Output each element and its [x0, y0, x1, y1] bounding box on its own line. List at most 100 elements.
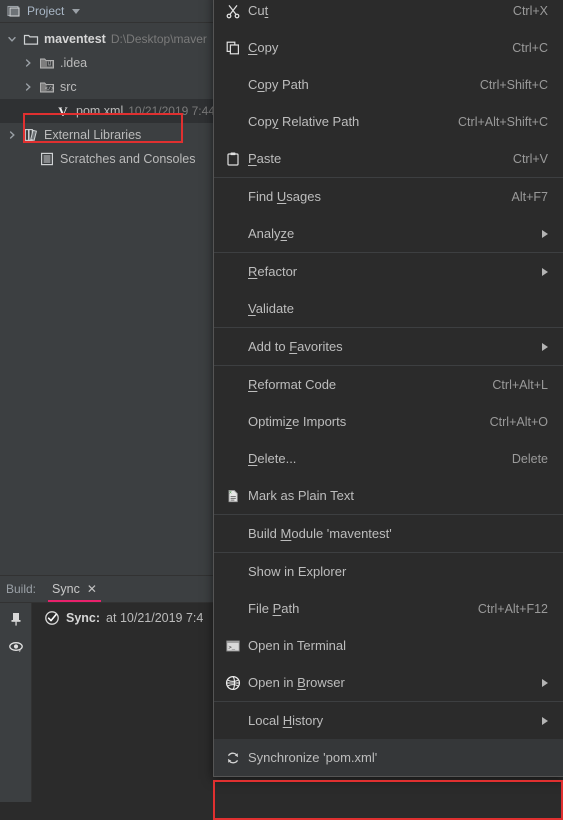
- menu-item-mark-as-plain-text[interactable]: xMark as Plain Text: [214, 477, 563, 514]
- menu-item-file-path[interactable]: File Path Ctrl+Alt+F12: [214, 590, 563, 627]
- menu-item-label: Copy Path: [248, 77, 466, 92]
- menu-item-paste[interactable]: Paste Ctrl+V: [214, 140, 563, 177]
- menu-item-copy[interactable]: Copy Ctrl+C: [214, 29, 563, 66]
- menu-item-shortcut: Ctrl+Alt+O: [490, 415, 548, 429]
- menu-item-refactor[interactable]: Refactor: [214, 253, 563, 290]
- check-circle-icon: [44, 610, 60, 626]
- src-folder-icon: </>: [39, 79, 55, 95]
- plain-text-icon: x: [218, 488, 248, 504]
- menu-item-shortcut: Alt+F7: [512, 190, 548, 204]
- menu-item-optimize-imports[interactable]: Optimize Imports Ctrl+Alt+O: [214, 403, 563, 440]
- svg-text:V: V: [58, 104, 68, 119]
- eye-icon[interactable]: [8, 639, 24, 655]
- twisty-expanded-icon[interactable]: [6, 34, 18, 44]
- project-window-icon: [6, 3, 22, 19]
- menu-item-label: Add to Favorites: [248, 339, 530, 354]
- submenu-arrow-icon: [542, 268, 548, 276]
- project-pane-title: Project: [27, 4, 64, 18]
- menu-item-label: Cut: [248, 3, 499, 18]
- menu-item-copy-relative-path[interactable]: Copy Relative Path Ctrl+Alt+Shift+C: [214, 103, 563, 140]
- svg-text:>_: >_: [228, 644, 235, 651]
- copy-icon: [218, 40, 248, 56]
- submenu-arrow-icon: [542, 679, 548, 687]
- menu-item-label: Synchronize 'pom.xml': [248, 750, 548, 765]
- pin-icon[interactable]: [8, 611, 24, 627]
- menu-item-analyze[interactable]: Analyze: [214, 215, 563, 252]
- menu-item-label: Reformat Code: [248, 377, 478, 392]
- tab-close-icon[interactable]: ✕: [87, 583, 97, 595]
- menu-item-open-in-browser[interactable]: Open in Browser: [214, 664, 563, 701]
- tree-sublabel-maventest: D:\Desktop\maver: [111, 32, 207, 46]
- ide-root: Project maventest D:\Desktop\maver IJ .idea…: [0, 0, 563, 800]
- menu-item-show-in-explorer[interactable]: Show in Explorer: [214, 553, 563, 590]
- context-menu[interactable]: Cut Ctrl+X Copy Ctrl+C Copy Path Ctrl+Shift+C…: [213, 0, 563, 777]
- sync-refresh-icon: [218, 750, 248, 766]
- submenu-arrow-icon: [542, 717, 548, 725]
- menu-item-label: Paste: [248, 151, 499, 166]
- menu-item-find-usages[interactable]: Find Usages Alt+F7: [214, 178, 563, 215]
- terminal-icon: >_: [218, 638, 248, 654]
- menu-item-label: Show in Explorer: [248, 564, 548, 579]
- submenu-arrow-icon: [542, 230, 548, 238]
- menu-item-cut[interactable]: Cut Ctrl+X: [214, 0, 563, 29]
- twisty-collapsed-icon[interactable]: [22, 82, 34, 92]
- menu-item-validate[interactable]: Validate: [214, 290, 563, 327]
- menu-item-label: Analyze: [248, 226, 530, 241]
- menu-item-label: Validate: [248, 301, 548, 316]
- menu-item-label: Open in Browser: [248, 675, 530, 690]
- menu-item-label: Find Usages: [248, 189, 498, 204]
- menu-item-label: Copy: [248, 40, 498, 55]
- menu-item-label: Optimize Imports: [248, 414, 476, 429]
- menu-item-shortcut: Ctrl+Shift+C: [480, 78, 548, 92]
- idea-folder-icon: IJ: [39, 55, 55, 71]
- cut-icon: [218, 3, 248, 19]
- menu-item-local-history[interactable]: Local History: [214, 702, 563, 739]
- tree-label-pomxml: pom.xml: [76, 104, 123, 118]
- menu-item-synchronize-pom-xml[interactable]: Synchronize 'pom.xml': [214, 739, 563, 776]
- tree-label-idea: .idea: [60, 56, 87, 70]
- submenu-arrow-icon: [542, 343, 548, 351]
- menu-item-build-module-maventest[interactable]: Build Module 'maventest': [214, 515, 563, 552]
- menu-item-label: Open in Terminal: [248, 638, 548, 653]
- tree-label-scratches: Scratches and Consoles: [60, 152, 196, 166]
- build-gutter: [0, 603, 32, 802]
- menu-item-open-in-terminal[interactable]: >_ Open in Terminal: [214, 627, 563, 664]
- tree-label-extlibs: External Libraries: [44, 128, 141, 142]
- chevron-down-icon[interactable]: [72, 9, 80, 14]
- sync-status-prefix: Sync:: [66, 611, 100, 625]
- tree-label-src: src: [60, 80, 77, 94]
- menu-item-shortcut: Ctrl+V: [513, 152, 548, 166]
- menu-item-add-to-favorites[interactable]: Add to Favorites: [214, 328, 563, 365]
- menu-item-label: Copy Relative Path: [248, 114, 444, 129]
- tab-sync-label: Sync: [52, 582, 80, 596]
- menu-item-label: Delete...: [248, 451, 498, 466]
- tree-sublabel-pomxml: 10/21/2019 7:44 A: [128, 104, 225, 118]
- menu-item-reformat-code[interactable]: Reformat CodeCtrl+Alt+L: [214, 366, 563, 403]
- menu-item-shortcut: Ctrl+Alt+F12: [478, 602, 548, 616]
- tree-label-maventest: maventest: [44, 32, 106, 46]
- menu-item-label: Refactor: [248, 264, 530, 279]
- twisty-collapsed-icon[interactable]: [6, 130, 18, 140]
- folder-icon: [23, 31, 39, 47]
- browser-globe-icon: [218, 675, 248, 691]
- twisty-collapsed-icon[interactable]: [22, 58, 34, 68]
- sync-status-text: at 10/21/2019 7:4: [106, 611, 203, 625]
- build-panel-label: Build:: [0, 582, 46, 596]
- menu-item-shortcut: Ctrl+X: [513, 4, 548, 18]
- svg-text:</>: </>: [45, 86, 54, 92]
- menu-item-delete[interactable]: Delete... Delete: [214, 440, 563, 477]
- menu-item-copy-path[interactable]: Copy Path Ctrl+Shift+C: [214, 66, 563, 103]
- scratches-icon: [39, 151, 55, 167]
- menu-item-shortcut: Delete: [512, 452, 548, 466]
- tab-sync[interactable]: Sync ✕: [46, 576, 103, 602]
- svg-text:IJ: IJ: [48, 62, 52, 68]
- menu-item-label: Mark as Plain Text: [248, 488, 548, 503]
- paste-icon: [218, 151, 248, 167]
- menu-item-shortcut: Ctrl+Alt+Shift+C: [458, 115, 548, 129]
- menu-item-label: Local History: [248, 713, 530, 728]
- tab-active-underline: [48, 600, 101, 602]
- menu-item-shortcut: Ctrl+C: [512, 41, 548, 55]
- maven-pom-icon: V: [55, 103, 71, 119]
- menu-item-label: File Path: [248, 601, 464, 616]
- library-icon: [23, 127, 39, 143]
